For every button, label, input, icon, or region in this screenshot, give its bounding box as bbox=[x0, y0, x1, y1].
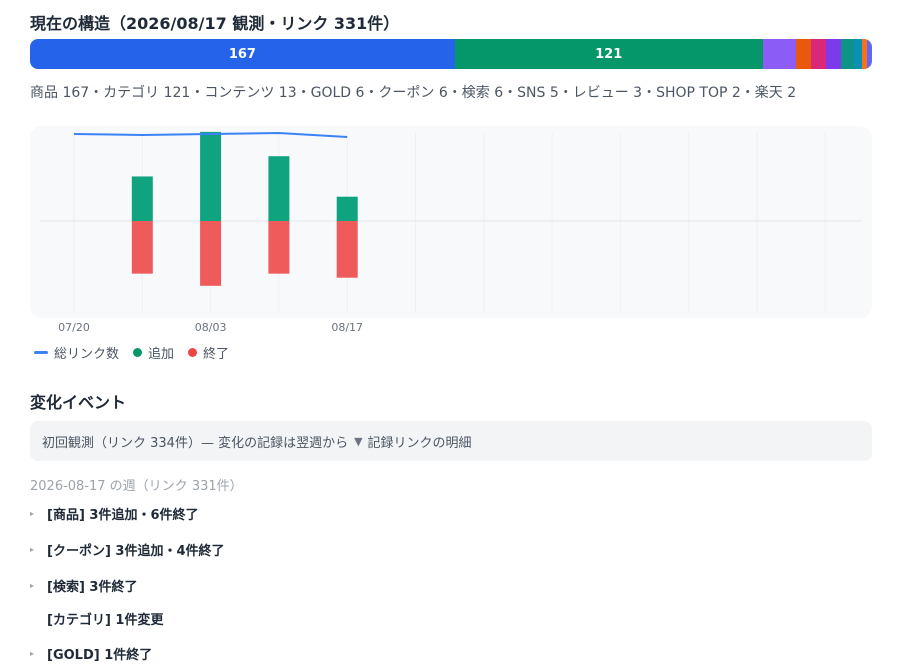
structure-segment bbox=[795, 39, 811, 69]
event-item-label: [検索] 3件終了 bbox=[47, 580, 138, 595]
structure-segment bbox=[841, 39, 855, 69]
structure-segment: 121 bbox=[454, 39, 763, 69]
event-item-label: [GOLD] 1件終了 bbox=[47, 648, 153, 663]
added-bar bbox=[336, 196, 358, 221]
weekly-chart-svg bbox=[40, 131, 862, 312]
legend-added-label: 追加 bbox=[148, 347, 175, 362]
structure-title: 現在の構造（2026/08/17 観測・リンク 331件） bbox=[30, 14, 400, 33]
event-item-products[interactable]: ▸ [商品] 3件追加・6件終了 bbox=[30, 504, 199, 523]
structure-segment bbox=[854, 39, 862, 69]
legend-total: 総リンク数 bbox=[34, 343, 119, 362]
details-toggle-link[interactable]: 記録リンクの明細 bbox=[368, 432, 472, 451]
event-item-gold[interactable]: ▸ [GOLD] 1件終了 bbox=[30, 644, 152, 663]
event-item-label: [クーポン] 3件追加・4件終了 bbox=[47, 544, 225, 559]
legend-added: 追加 bbox=[133, 343, 174, 362]
structure-segment bbox=[826, 39, 842, 69]
first-observation-banner: 初回観測（リンク 334件）— 変化の記録は翌週から ▼ 記録リンクの明細 bbox=[30, 421, 872, 461]
first-observation-text: 初回観測（リンク 334件）— 変化の記録は翌週から bbox=[42, 435, 349, 451]
legend-ended-label: 終了 bbox=[203, 347, 230, 362]
events-title: 変化イベント bbox=[30, 393, 127, 412]
structure-segment bbox=[810, 39, 827, 69]
caret-right-icon[interactable]: ▸ bbox=[30, 545, 47, 554]
x-tick-label: 08/03 bbox=[194, 321, 227, 334]
legend-total-line bbox=[34, 351, 48, 354]
legend-ended-dot bbox=[188, 348, 198, 357]
legend-total-label: 総リンク数 bbox=[54, 347, 120, 362]
legend-added-dot bbox=[133, 348, 143, 357]
ended-bar bbox=[268, 221, 290, 274]
added-bar bbox=[268, 156, 290, 221]
weekly-chart bbox=[30, 126, 872, 318]
added-bar bbox=[200, 131, 222, 221]
event-item-label: [商品] 3件追加・6件終了 bbox=[47, 508, 199, 523]
structure-segment bbox=[762, 39, 796, 69]
ended-bar bbox=[336, 221, 358, 278]
structure-segment bbox=[866, 39, 872, 69]
event-item-category: [カテゴリ] 1件変更 bbox=[30, 609, 163, 628]
added-bar bbox=[131, 176, 153, 221]
week-label: 2026-08-17 の週（リンク 331件） bbox=[30, 479, 243, 494]
structure-summary: 商品 167・カテゴリ 121・コンテンツ 13・GOLD 6・クーポン 6・検… bbox=[30, 85, 797, 101]
event-item-label: [カテゴリ] 1件変更 bbox=[47, 613, 164, 628]
caret-right-icon[interactable]: ▸ bbox=[30, 649, 47, 658]
x-tick-label: 08/17 bbox=[331, 321, 364, 334]
structure-segment: 167 bbox=[30, 39, 455, 69]
ended-bar bbox=[200, 221, 222, 286]
x-tick-label: 07/20 bbox=[58, 321, 90, 334]
legend-ended: 終了 bbox=[188, 343, 229, 362]
event-item-coupon[interactable]: ▸ [クーポン] 3件追加・4件終了 bbox=[30, 540, 225, 559]
caret-down-icon[interactable]: ▼ bbox=[354, 435, 362, 448]
event-item-search[interactable]: ▸ [検索] 3件終了 bbox=[30, 576, 137, 595]
caret-right-icon[interactable]: ▸ bbox=[30, 509, 47, 518]
chart-legend: 総リンク数 追加 終了 bbox=[34, 343, 243, 362]
structure-stacked-bar: 167 121 bbox=[30, 39, 872, 69]
ended-bar bbox=[131, 221, 153, 274]
caret-right-icon[interactable]: ▸ bbox=[30, 581, 47, 590]
